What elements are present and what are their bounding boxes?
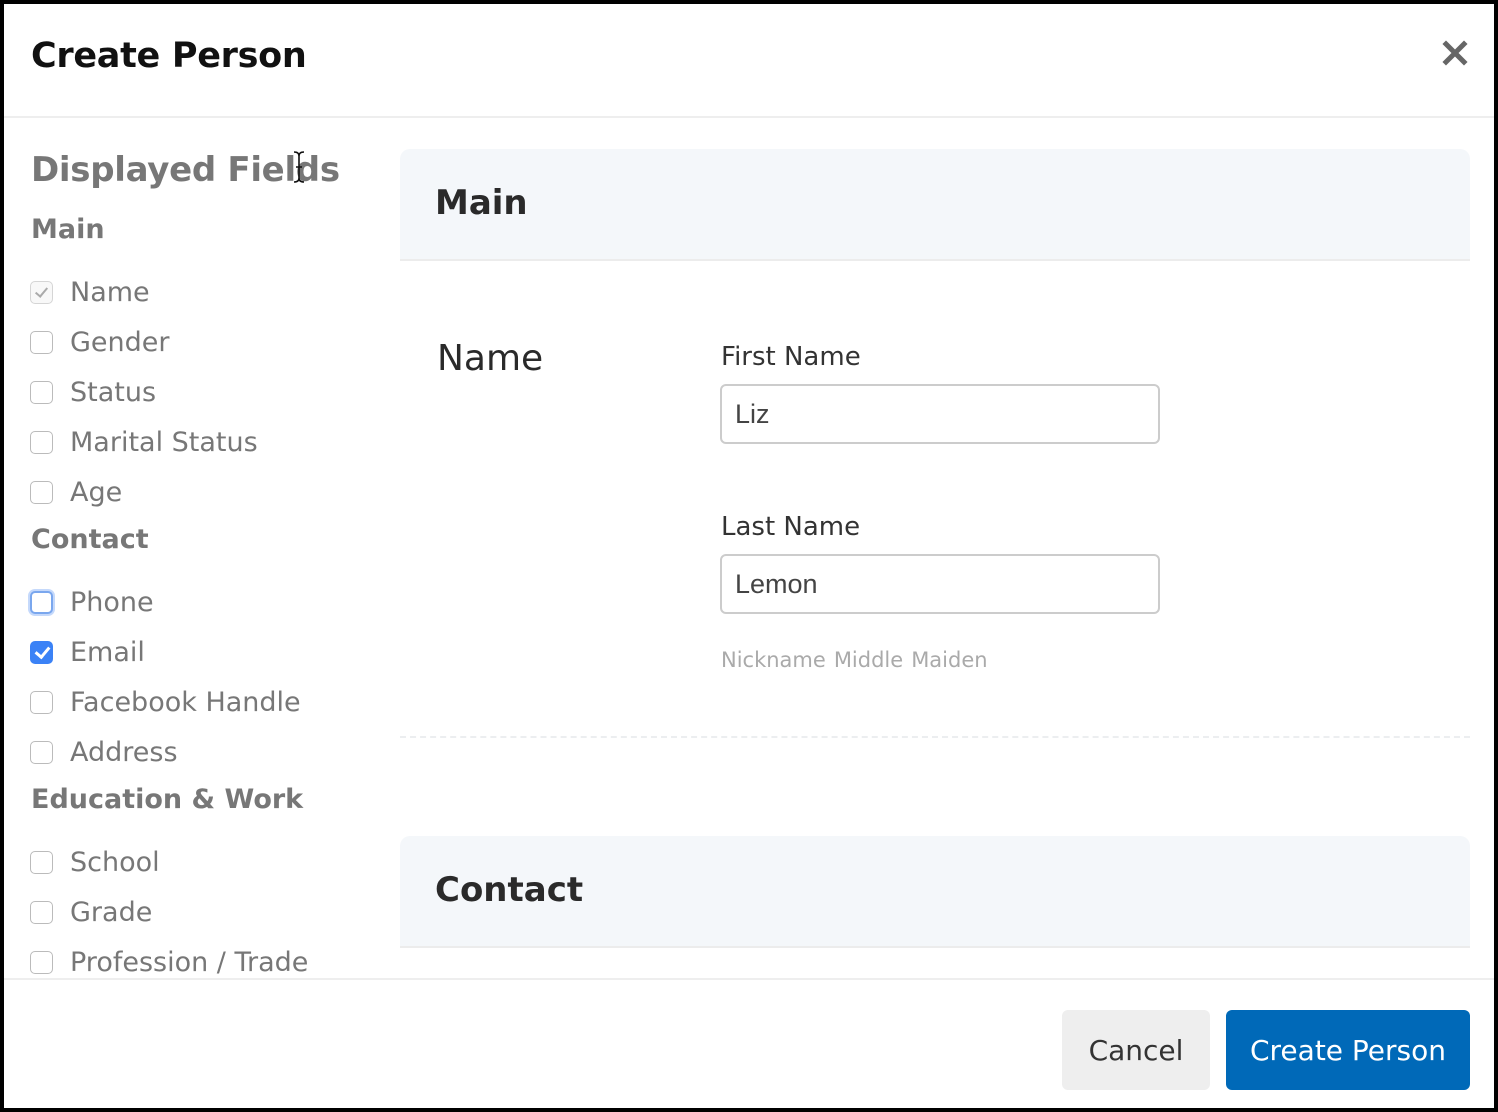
field-label: Status [70,376,157,408]
field-item-marital-status[interactable]: Marital Status [30,424,258,460]
section-header-main: Main [400,149,1470,261]
field-item-grade[interactable]: Grade [30,894,152,930]
group-label-main: Main [31,214,105,245]
extra-name-fields: Nickname Middle Maiden [721,648,988,672]
cancel-button[interactable]: Cancel [1062,1010,1210,1090]
modal-header: Create Person [4,4,1494,118]
field-item-phone[interactable]: Phone [30,584,154,620]
section-title: Main [435,183,528,223]
field-label: Marital Status [70,426,258,458]
checkbox-grade[interactable] [30,900,53,924]
last-name-label: Last Name [721,512,861,542]
field-label: Name [70,276,150,308]
field-label: Gender [70,326,170,358]
form-content: Main Name First Name Last Name Nickname … [400,120,1470,978]
field-label: Age [70,476,123,508]
field-item-email[interactable]: Email [30,634,145,670]
displayed-fields-sidebar: Displayed Fields Main Name Gender Status… [4,120,394,978]
checkbox-age[interactable] [30,480,53,504]
close-icon [1442,40,1468,66]
checkbox-gender[interactable] [30,330,53,354]
field-item-age[interactable]: Age [30,474,122,510]
text-cursor-icon [293,151,305,183]
group-label-contact: Contact [31,524,149,555]
checkbox-name [30,280,53,304]
nickname-link[interactable]: Nickname [721,648,826,672]
group-label-education-work: Education & Work [31,784,304,815]
name-group-label: Name [437,338,544,379]
create-person-button[interactable]: Create Person [1226,1010,1470,1090]
field-item-name: Name [30,274,150,310]
last-name-input[interactable] [720,554,1160,614]
modal-title: Create Person [31,36,307,76]
create-person-modal: Create Person Displayed Fields Main Name… [4,4,1494,1108]
field-item-status[interactable]: Status [30,374,156,410]
checkbox-marital-status[interactable] [30,430,53,454]
field-label: Phone [70,586,154,618]
field-item-facebook-handle[interactable]: Facebook Handle [30,684,301,720]
middle-link[interactable]: Middle [834,648,903,672]
field-label: School [70,846,160,878]
checkbox-profession-trade[interactable] [30,950,53,974]
checkbox-phone[interactable] [30,590,53,614]
field-item-gender[interactable]: Gender [30,324,170,360]
section-divider [400,736,1470,738]
checkbox-school[interactable] [30,850,53,874]
section-header-contact: Contact [400,836,1470,948]
checkbox-facebook-handle[interactable] [30,690,53,714]
maiden-link[interactable]: Maiden [911,648,987,672]
field-item-school[interactable]: School [30,844,160,880]
section-title: Contact [435,870,584,910]
field-label: Profession / Trade [70,946,309,978]
field-item-address[interactable]: Address [30,734,178,770]
field-label: Grade [70,896,153,928]
field-label: Address [70,736,178,768]
checkbox-status[interactable] [30,380,53,404]
close-button[interactable] [1442,40,1468,66]
field-label: Facebook Handle [70,686,301,718]
checkbox-email[interactable] [30,640,53,664]
checkbox-address[interactable] [30,740,53,764]
field-item-profession-trade[interactable]: Profession / Trade [30,944,308,978]
field-label: Email [70,636,145,668]
modal-footer: Cancel Create Person [4,978,1494,1108]
first-name-label: First Name [721,342,861,372]
first-name-input[interactable] [720,384,1160,444]
